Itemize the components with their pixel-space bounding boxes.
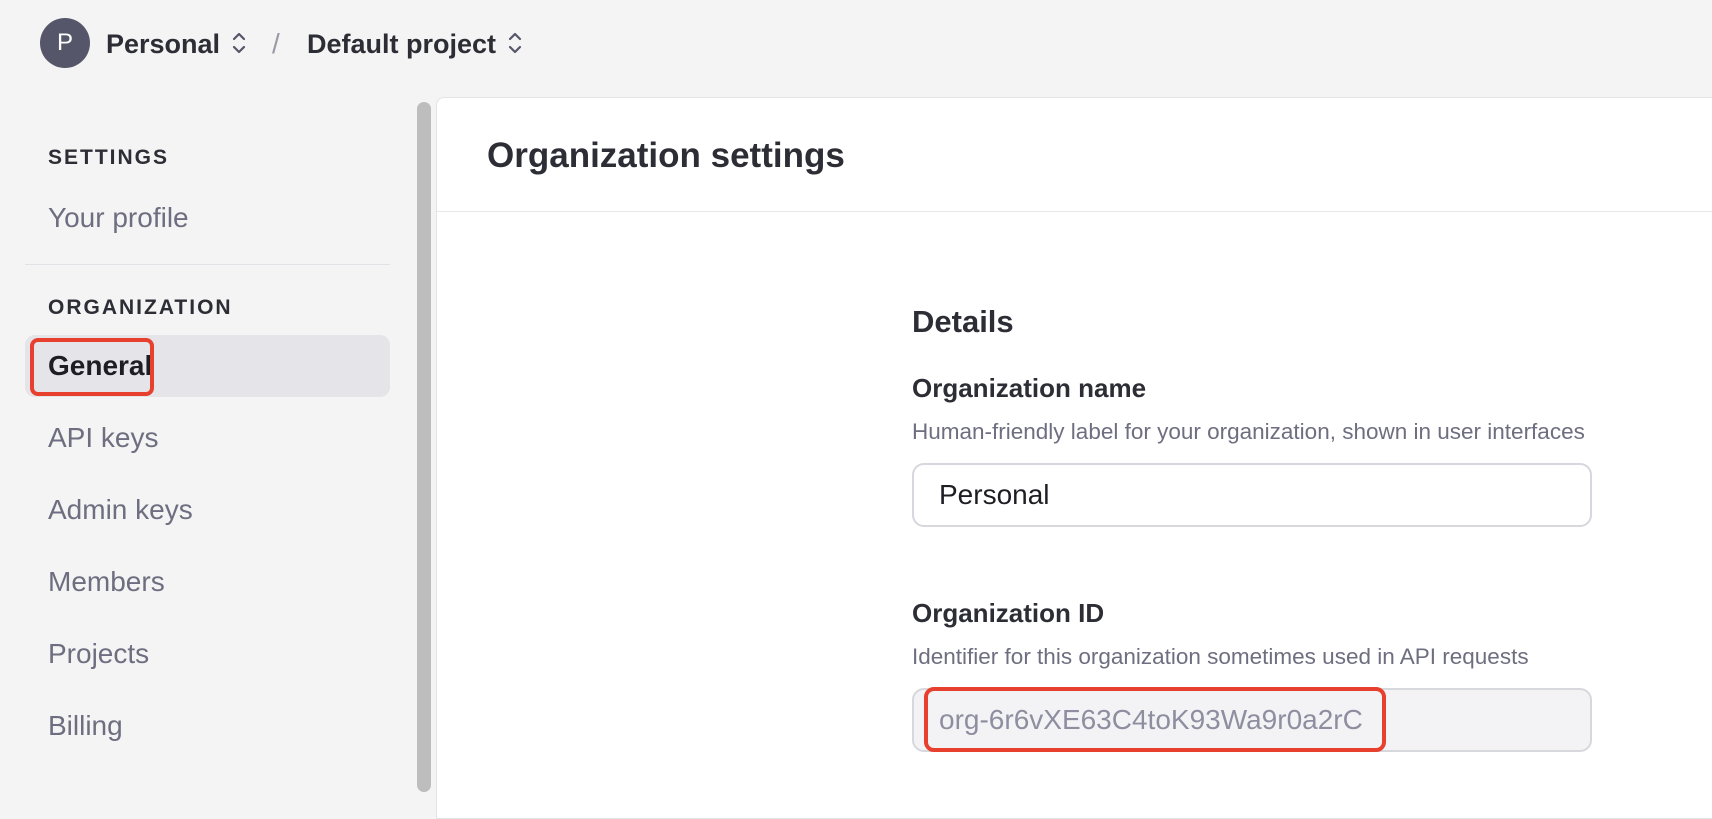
sidebar-item-your-profile[interactable]: Your profile [25,187,390,249]
sidebar-heading-settings: SETTINGS [48,146,170,169]
chevron-up-down-icon[interactable] [506,28,524,58]
main-panel: Organization settings Details Organizati… [436,97,1712,819]
org-id-label: Organization ID [912,598,1105,628]
highlight-general [30,338,154,396]
sidebar-item-billing[interactable]: Billing [25,695,390,757]
sidebar-heading-organization: ORGANIZATION [48,296,233,319]
sidebar-item-api-keys[interactable]: API keys [25,407,390,469]
avatar[interactable]: P [40,18,90,68]
main-header: Organization settings [437,98,1712,212]
page-title: Organization settings [487,136,845,175]
sidebar-item-projects[interactable]: Projects [25,623,390,685]
project-switcher-label[interactable]: Default project [307,26,496,62]
org-id-input[interactable] [912,688,1592,752]
sidebar-item-members[interactable]: Members [25,551,390,613]
org-name-label: Organization name [912,373,1147,403]
sidebar-item-admin-keys[interactable]: Admin keys [25,479,390,541]
org-name-input[interactable] [912,463,1592,527]
breadcrumb-separator: / [272,28,280,59]
top-bar: P Personal / Default project [0,0,1712,90]
chevron-up-down-icon[interactable] [230,28,248,58]
settings-sidebar: SETTINGS Your profile ORGANIZATION Gener… [0,90,410,792]
details-heading: Details [912,304,1014,339]
org-switcher-label[interactable]: Personal [106,26,220,62]
org-name-help: Human-friendly label for your organizati… [912,419,1585,444]
org-id-help: Identifier for this organization sometim… [912,644,1529,669]
sidebar-scrollbar[interactable] [417,102,431,792]
sidebar-divider [25,264,390,265]
